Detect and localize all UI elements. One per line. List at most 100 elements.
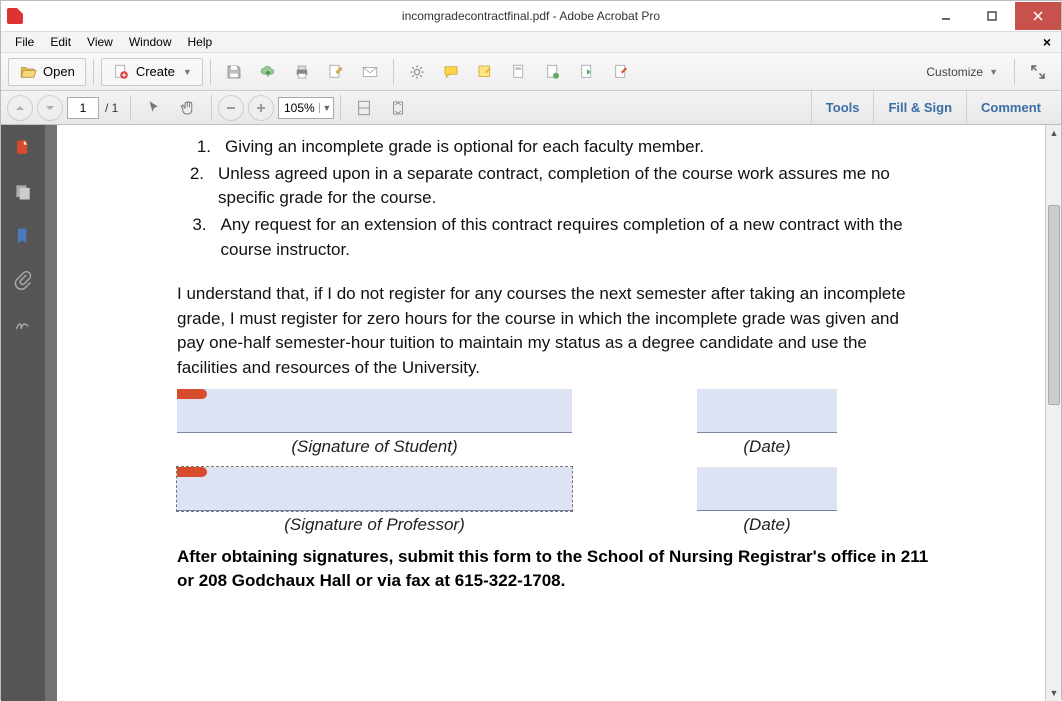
fit-page-button[interactable]	[382, 94, 414, 122]
student-date-label: (Date)	[697, 437, 837, 457]
settings-button[interactable]	[401, 58, 433, 86]
separator	[393, 59, 394, 85]
scroll-down-arrow-icon[interactable]: ▼	[1046, 685, 1062, 701]
student-signature-field[interactable]	[177, 389, 572, 433]
print-icon	[293, 63, 311, 81]
open-label: Open	[43, 64, 75, 79]
close-button[interactable]	[1015, 2, 1061, 30]
list-number: 3.	[177, 213, 207, 262]
edit-page-icon	[327, 63, 345, 81]
save-button[interactable]	[218, 58, 250, 86]
pdf-page: 1. Giving an incomplete grade is optional…	[57, 125, 1049, 701]
open-button[interactable]: Open	[8, 58, 86, 86]
customize-label: Customize	[926, 65, 983, 79]
list-item: 2.Unless agreed upon in a separate contr…	[177, 162, 929, 211]
forward-button[interactable]	[571, 58, 603, 86]
title-bar: incomgradecontractfinal.pdf - Adobe Acro…	[1, 1, 1061, 31]
menu-edit[interactable]: Edit	[42, 33, 79, 51]
professor-date-label: (Date)	[697, 515, 837, 535]
page-total: / 1	[105, 101, 118, 115]
list-number: 1.	[177, 135, 211, 160]
page-number-input[interactable]	[67, 97, 99, 119]
highlight-button[interactable]	[469, 58, 501, 86]
signatures-button[interactable]	[10, 311, 36, 337]
menu-file[interactable]: File	[7, 33, 42, 51]
customize-button[interactable]: Customize▼	[916, 65, 1008, 79]
cloud-button[interactable]	[252, 58, 284, 86]
menu-window[interactable]: Window	[121, 33, 180, 51]
attach-page-icon	[544, 63, 562, 81]
stamp-icon	[510, 63, 528, 81]
expand-icon	[1029, 63, 1047, 81]
separator	[340, 95, 341, 121]
student-date-field[interactable]	[697, 389, 837, 433]
content-area: 1. Giving an incomplete grade is optional…	[1, 125, 1061, 701]
signature-row	[177, 467, 929, 511]
bookmarks-button[interactable]	[10, 223, 36, 249]
scrollbar-thumb[interactable]	[1048, 205, 1060, 405]
numbered-list: 1. Giving an incomplete grade is optional…	[177, 135, 929, 262]
paperclip-icon	[13, 270, 33, 290]
vertical-scrollbar[interactable]: ▲ ▼	[1045, 125, 1061, 701]
main-toolbar: Open Create ▼ Customize▼	[1, 53, 1061, 91]
fit-page-icon	[389, 99, 407, 117]
menu-view[interactable]: View	[79, 33, 121, 51]
tab-tools[interactable]: Tools	[811, 91, 874, 124]
email-button[interactable]	[354, 58, 386, 86]
separator	[1014, 59, 1015, 85]
cloud-upload-icon	[259, 63, 277, 81]
signature-row	[177, 389, 929, 433]
page-up-button[interactable]	[7, 95, 33, 121]
attach-button[interactable]	[537, 58, 569, 86]
page-pencil-icon	[612, 63, 630, 81]
speech-bubble-icon	[442, 63, 460, 81]
professor-date-field[interactable]	[697, 467, 837, 511]
print-button[interactable]	[286, 58, 318, 86]
comment-button[interactable]	[435, 58, 467, 86]
professor-signature-field[interactable]	[177, 467, 572, 511]
document-viewport[interactable]: 1. Giving an incomplete grade is optional…	[45, 125, 1061, 701]
edit-text-button[interactable]	[320, 58, 352, 86]
scroll-up-arrow-icon[interactable]: ▲	[1046, 125, 1062, 141]
fit-width-button[interactable]	[348, 94, 380, 122]
list-number: 2.	[177, 162, 204, 211]
fullscreen-button[interactable]	[1022, 58, 1054, 86]
hand-tool-button[interactable]	[172, 94, 204, 122]
bookmark-icon	[13, 226, 33, 246]
fit-width-icon	[355, 99, 373, 117]
list-text: Giving an incomplete grade is optional f…	[225, 135, 704, 160]
minimize-button[interactable]	[923, 2, 969, 30]
separator	[93, 59, 94, 85]
sign-here-tag-icon	[177, 389, 207, 399]
side-panel	[1, 125, 45, 701]
attachments-button[interactable]	[10, 267, 36, 293]
zoom-value: 105%	[279, 101, 319, 115]
select-tool-button[interactable]	[138, 94, 170, 122]
tab-fill-sign[interactable]: Fill & Sign	[873, 91, 966, 124]
separator	[210, 59, 211, 85]
create-button[interactable]: Create ▼	[101, 58, 203, 86]
stamp-button[interactable]	[503, 58, 535, 86]
separator	[211, 95, 212, 121]
page-down-button[interactable]	[37, 95, 63, 121]
right-panel-tabs: Tools Fill & Sign Comment	[811, 91, 1055, 124]
layers-button[interactable]	[10, 179, 36, 205]
tab-comment[interactable]: Comment	[966, 91, 1055, 124]
thumbnails-button[interactable]	[10, 135, 36, 161]
edit-pdf-button[interactable]	[605, 58, 637, 86]
save-icon	[225, 63, 243, 81]
maximize-button[interactable]	[969, 2, 1015, 30]
highlight-icon	[476, 63, 494, 81]
document-close-button[interactable]: ×	[1039, 34, 1055, 50]
menu-help[interactable]: Help	[180, 33, 221, 51]
student-signature-label: (Signature of Student)	[177, 437, 572, 457]
zoom-out-button[interactable]	[218, 95, 244, 121]
signature-labels: (Signature of Professor) (Date)	[177, 515, 929, 535]
zoom-select[interactable]: 105%▼	[278, 97, 334, 119]
envelope-icon	[361, 63, 379, 81]
separator	[130, 95, 131, 121]
zoom-in-button[interactable]	[248, 95, 274, 121]
signature-labels: (Signature of Student) (Date)	[177, 437, 929, 457]
gear-icon	[408, 63, 426, 81]
page-thumbnail-icon	[13, 138, 33, 158]
